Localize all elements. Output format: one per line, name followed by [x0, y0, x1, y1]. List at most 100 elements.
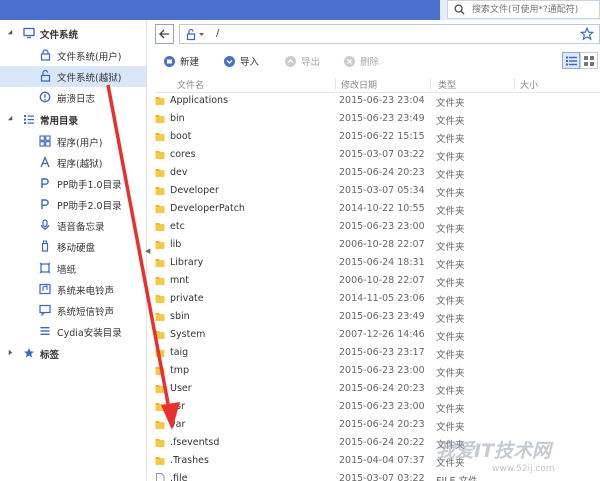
grid-view-button[interactable]	[580, 52, 598, 69]
unlock-icon	[39, 70, 51, 82]
column-divider[interactable]	[335, 78, 336, 90]
table-row[interactable]: sbin 2015-06-23 23:49 文件夹	[155, 308, 600, 326]
file-name: System	[170, 329, 206, 340]
modified-date: 2015-06-23 23:04	[339, 95, 425, 106]
grid-view-icon	[584, 55, 594, 66]
column-header-date[interactable]: 修改日期	[341, 78, 377, 91]
modified-date: 2015-03-07 05:34	[339, 185, 425, 196]
lock-icon	[39, 49, 51, 61]
file-type: 文件夹	[436, 404, 465, 415]
list-view-button[interactable]	[562, 52, 580, 69]
sidebar-item-cydia-dir[interactable]: Cydia安装目录	[0, 321, 146, 342]
search-box[interactable]	[447, 0, 600, 19]
table-row[interactable]: etc 2015-06-23 23:00 文件夹	[155, 218, 600, 236]
table-row[interactable]: bin 2015-06-23 23:49 文件夹	[155, 110, 600, 128]
file-name: private	[170, 293, 204, 304]
table-row[interactable]: User 2015-06-24 20:23 文件夹	[155, 380, 600, 398]
table-row[interactable]: System 2007-12-26 14:46 文件夹	[155, 326, 600, 344]
new-button[interactable]: 新建	[164, 54, 199, 68]
column-divider[interactable]	[430, 78, 431, 90]
toolbar: 新建 导入 导出 删除	[155, 50, 600, 74]
file-type: 文件夹	[436, 314, 465, 325]
table-row[interactable]: Applications 2015-06-23 23:04 文件夹	[155, 92, 600, 110]
modified-date: 2015-06-24 20:23	[339, 419, 425, 430]
folder-icon	[155, 187, 165, 195]
import-button[interactable]: 导入	[224, 54, 259, 68]
table-row[interactable]: Developer 2015-03-07 05:34 文件夹	[155, 182, 600, 200]
export-button[interactable]: 导出	[285, 54, 320, 68]
table-row[interactable]: Library 2015-06-24 18:31 文件夹	[155, 254, 600, 272]
sidebar-item-ringtones[interactable]: 系统来电铃声	[0, 279, 146, 300]
sidebar-item-filesystem-jailbreak[interactable]: 文件系统(越狱)	[0, 66, 146, 87]
sidebar-item-label: PP助手1.0目录	[57, 179, 122, 191]
list-view-icon	[565, 56, 577, 65]
sidebar-item-pp1-dir[interactable]: PP助手1.0目录	[0, 173, 146, 194]
watermark-text: 我爱IT技术网	[436, 440, 552, 462]
modified-date: 2015-06-24 20:22	[339, 437, 425, 448]
search-icon[interactable]	[454, 4, 465, 15]
sidebar-item-filesystem-user[interactable]: 文件系统(用户)	[0, 45, 146, 66]
cydia-list-icon	[39, 325, 51, 337]
modified-date: 2015-04-04 07:37	[339, 455, 425, 466]
alert-icon	[39, 91, 51, 103]
modified-date: 2015-06-24 18:31	[339, 257, 425, 268]
sidebar-item-label: Cydia安装目录	[57, 327, 122, 339]
chevron-right-icon[interactable]	[7, 349, 14, 356]
app-icon	[39, 135, 51, 147]
file-type: 文件夹	[436, 296, 465, 307]
star-outline-icon[interactable]	[579, 26, 595, 44]
file-name: lib	[170, 239, 182, 250]
modified-date: 2015-06-23 23:00	[339, 401, 425, 412]
monitor-icon	[23, 27, 35, 39]
file-type: 文件夹	[436, 350, 465, 361]
sidebar-item-label: 崩溃日志	[57, 93, 96, 105]
table-row[interactable]: tmp 2015-06-23 23:00 文件夹	[155, 362, 600, 380]
mic-icon	[39, 219, 51, 231]
table-row[interactable]: mnt 2006-10-28 22:07 文件夹	[155, 272, 600, 290]
table-row[interactable]: usr 2015-06-23 23:00 文件夹	[155, 398, 600, 416]
column-divider[interactable]	[514, 78, 515, 90]
table-row[interactable]: cores 2015-03-07 03:22 文件夹	[155, 146, 600, 164]
back-button[interactable]	[155, 24, 174, 44]
usb-icon	[39, 240, 51, 252]
sidebar-item-apps-jailbreak[interactable]: 程序(越狱)	[0, 152, 146, 173]
table-row[interactable]: boot 2015-06-22 15:15 文件夹	[155, 128, 600, 146]
modified-date: 2007-12-26 14:46	[339, 329, 425, 340]
sidebar-item-apps-user[interactable]: 程序(用户)	[0, 131, 146, 152]
view-toggle	[562, 52, 598, 69]
sidebar-group-filesystem[interactable]: 文件系统	[0, 23, 146, 44]
file-name: mnt	[170, 275, 189, 286]
table-row[interactable]: dev 2015-06-24 20:23 文件夹	[155, 164, 600, 182]
sidebar-item-pp2-dir[interactable]: PP助手2.0目录	[0, 194, 146, 215]
title-bar	[0, 0, 440, 20]
sidebar-collapse-handle[interactable]: ◀	[145, 245, 150, 257]
watermark-url: www.52ij.com	[492, 464, 555, 474]
file-type: 文件夹	[436, 188, 465, 199]
chevron-down-icon[interactable]	[7, 29, 14, 36]
sidebar-item-wallpaper[interactable]: 墙纸	[0, 258, 146, 279]
table-row[interactable]: lib 2006-10-28 22:07 文件夹	[155, 236, 600, 254]
column-header-type[interactable]: 类型	[438, 78, 456, 91]
folder-icon	[155, 295, 165, 303]
table-row[interactable]: private 2014-11-05 23:06 文件夹	[155, 290, 600, 308]
sidebar-item-voice-memos[interactable]: 语音备忘录	[0, 215, 146, 236]
sidebar-group-tags[interactable]: 标签	[0, 343, 146, 364]
sidebar-item-crash-log[interactable]: 崩溃日志	[0, 87, 146, 108]
delete-button[interactable]: 删除	[344, 54, 379, 68]
sidebar-item-sms-tones[interactable]: 系统短信铃声	[0, 300, 146, 321]
chevron-down-icon[interactable]	[7, 115, 14, 122]
column-header-name[interactable]: 文件名	[177, 78, 204, 91]
modified-date: 2006-10-28 22:07	[339, 239, 425, 250]
column-header-size[interactable]: 大小	[520, 78, 538, 91]
table-row[interactable]: taig 2015-06-23 23:17 文件夹	[155, 344, 600, 362]
table-row[interactable]: DeveloperPatch 2014-10-22 10:55 文件夹	[155, 200, 600, 218]
search-input[interactable]	[470, 3, 594, 16]
file-type: 文件夹	[436, 134, 465, 145]
path-input[interactable]: /	[179, 24, 600, 44]
ringtone-icon	[39, 283, 51, 295]
file-name: DeveloperPatch	[170, 203, 245, 214]
file-type: 文件夹	[436, 224, 465, 235]
folder-icon	[155, 241, 165, 249]
sidebar-group-common-dirs[interactable]: 常用目录	[0, 109, 146, 130]
sidebar-item-usb-drive[interactable]: 移动硬盘	[0, 236, 146, 257]
